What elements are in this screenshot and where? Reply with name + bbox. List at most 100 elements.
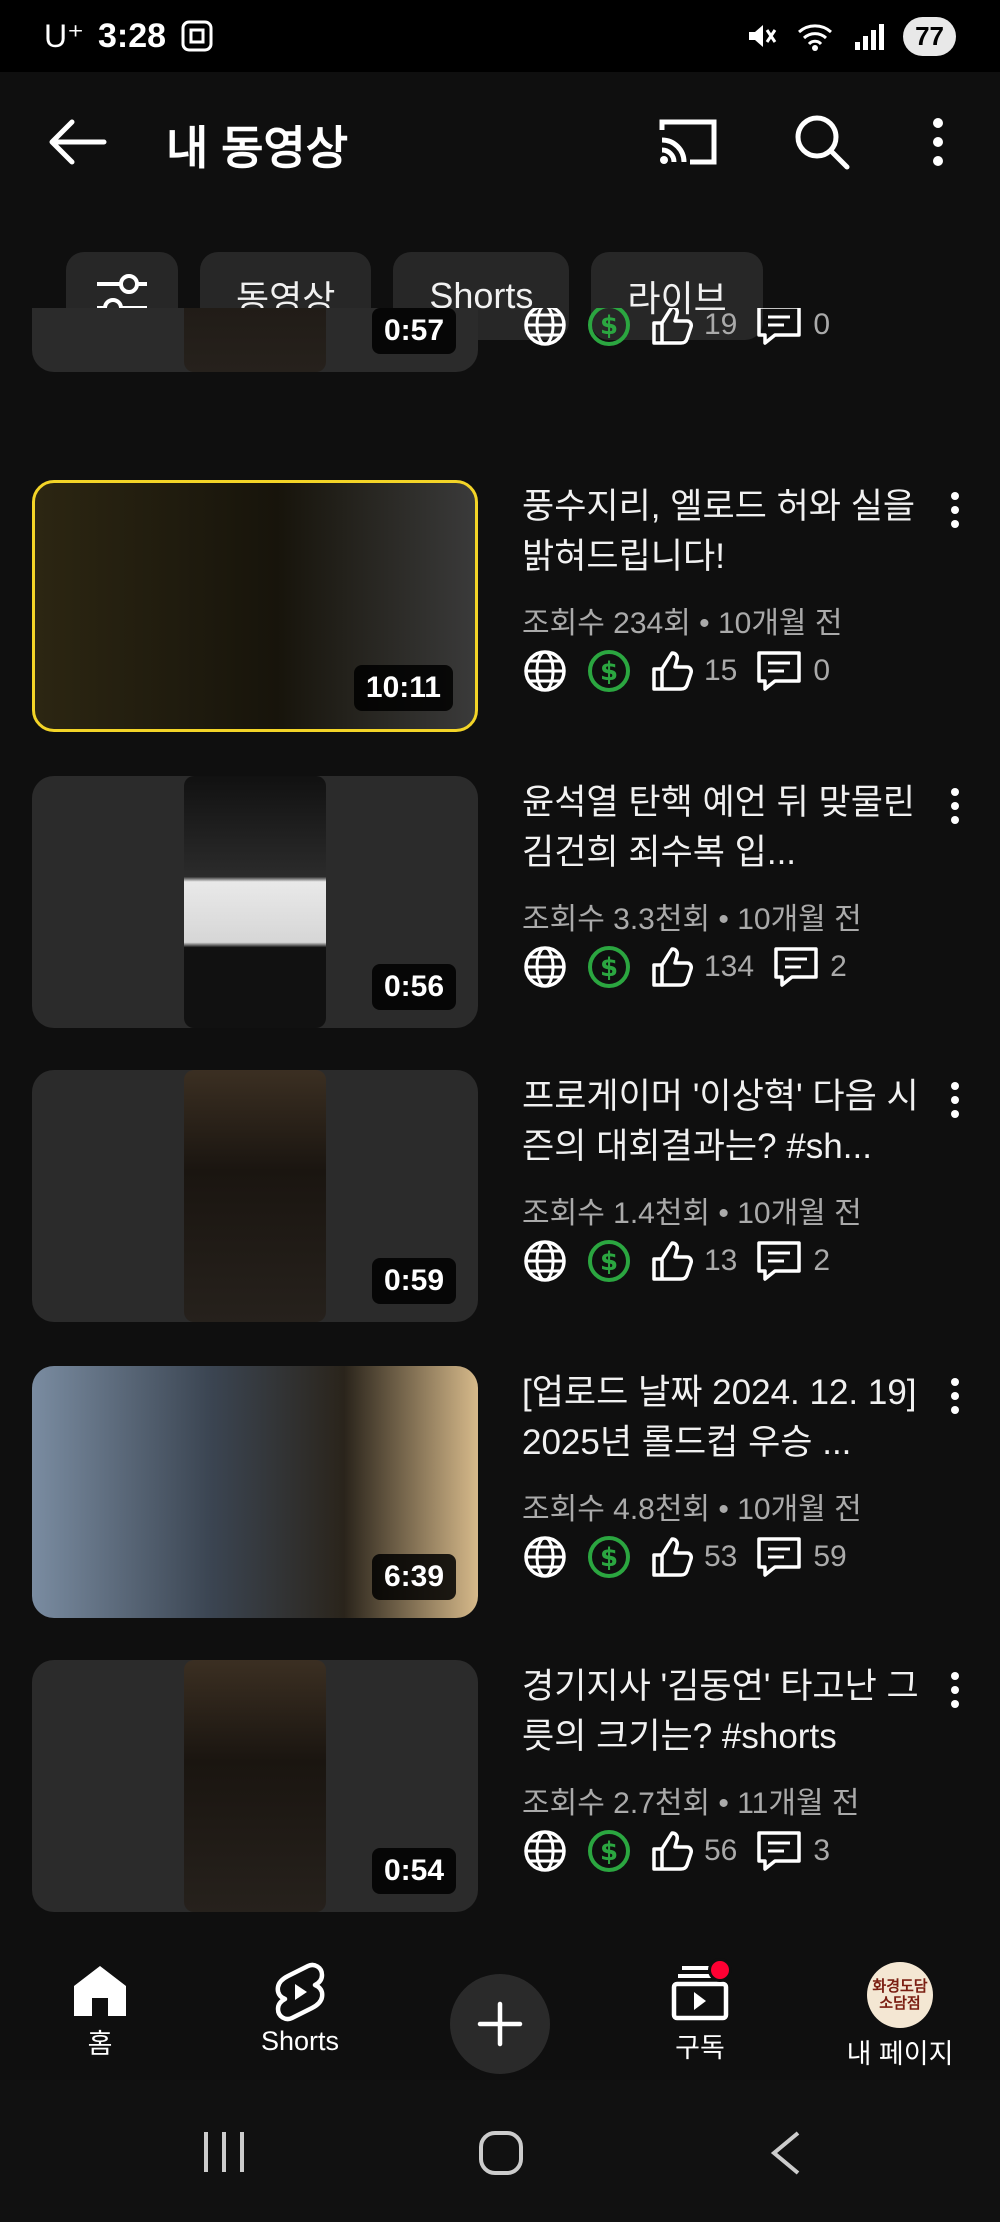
like-count: 15 — [650, 649, 737, 693]
monetization-icon: $ — [588, 1536, 630, 1578]
comment-icon — [757, 1831, 802, 1871]
nav-my-page[interactable]: 화경도담 소담점 내 페이지 — [820, 1962, 980, 2071]
comment-icon — [757, 1241, 802, 1281]
carrier-label: U⁺ — [44, 18, 84, 54]
avatar: 화경도담 소담점 — [867, 1962, 933, 2028]
like-count: 19 — [650, 308, 737, 347]
thumbnail-image — [184, 308, 326, 372]
thumb-up-icon — [652, 1241, 693, 1281]
globe-icon — [524, 650, 566, 692]
create-button[interactable] — [450, 1974, 550, 2074]
video-meta: 조회수 234회 • 10개월 전 — [522, 607, 843, 640]
video-meta: 조회수 2.7천회 • 11개월 전 — [522, 1787, 860, 1820]
comment-count: 2 — [755, 1239, 830, 1283]
like-count: 134 — [650, 945, 754, 989]
video-thumbnail[interactable]: 6:39 — [32, 1366, 478, 1618]
like-count: 53 — [650, 1535, 737, 1579]
list-item[interactable]: 10:11 풍수지리, 엘로드 허와 실을 밝혀드립니다! 조회수 234회 •… — [0, 480, 1000, 732]
search-button[interactable] — [790, 112, 854, 172]
svg-text:$: $ — [600, 657, 618, 687]
video-menu-button[interactable] — [940, 776, 970, 836]
video-thumbnail[interactable]: 10:11 — [32, 480, 478, 732]
page-title: 내 동영상 — [166, 122, 349, 174]
video-meta: 조회수 4.8천회 • 10개월 전 — [522, 1493, 862, 1526]
comment-icon — [774, 947, 818, 987]
video-stats: $ 19 0 — [522, 308, 830, 348]
home-button-icon[interactable] — [478, 2130, 524, 2176]
video-title[interactable]: 윤석열 탄핵 예언 뒤 맞물린 김건희 죄수복 입... — [522, 778, 922, 878]
video-meta: 조회수 3.3천회 • 10개월 전 — [522, 903, 862, 936]
thumb-up-icon — [652, 1537, 693, 1577]
comment-count: 0 — [755, 308, 830, 347]
monetization-icon: $ — [588, 308, 630, 346]
video-thumbnail[interactable]: 0:54 — [32, 1660, 478, 1912]
comment-icon — [757, 651, 802, 691]
video-duration: 0:56 — [371, 964, 456, 1010]
list-item[interactable]: 6:39 [업로드 날짜 2024. 12. 19] 2025년 롤드컵 우승 … — [0, 1366, 1000, 1618]
comment-count: 2 — [772, 945, 847, 989]
video-title[interactable]: 프로게이머 '이상혁' 다음 시즌의 대회결과는? #sh... — [522, 1072, 922, 1172]
video-stats: $ 13 2 — [522, 1238, 830, 1284]
video-stats: $ 134 2 — [522, 944, 847, 990]
bottom-navigation: 홈 Shorts 구독 화경도담 소담점 내 페이지 — [0, 1954, 1000, 2080]
app-header: 내 동영상 — [0, 72, 1000, 212]
system-navigation-bar — [0, 2080, 1000, 2222]
video-thumbnail[interactable]: 0:57 — [32, 308, 478, 372]
shorts-icon — [275, 1962, 325, 2022]
video-menu-button[interactable] — [940, 1070, 970, 1130]
video-title[interactable]: 경기지사 '김동연' 타고난 그릇의 크기는? #shorts — [522, 1662, 922, 1762]
more-vert-icon — [933, 118, 943, 166]
list-item[interactable]: 0:56 윤석열 탄핵 예언 뒤 맞물린 김건희 죄수복 입... 조회수 3.… — [0, 776, 1000, 1028]
nav-shorts[interactable]: Shorts — [220, 1962, 380, 2057]
status-bar: U⁺ 3:28 77 — [0, 0, 1000, 72]
list-item[interactable]: 0:57 $ 19 0 — [0, 308, 1000, 372]
video-title[interactable]: [업로드 날짜 2024. 12. 19] 2025년 롤드컵 우승 ... — [522, 1368, 922, 1468]
nav-subscriptions[interactable]: 구독 — [620, 1958, 780, 2065]
video-meta: 조회수 1.4천회 • 10개월 전 — [522, 1197, 862, 1230]
video-thumbnail[interactable]: 0:56 — [32, 776, 478, 1028]
comment-icon — [757, 308, 802, 345]
search-icon — [795, 115, 850, 170]
globe-icon — [524, 946, 566, 988]
back-button-icon[interactable] — [768, 2130, 802, 2176]
subscriptions-icon-wrap — [668, 1958, 732, 2022]
nav-home[interactable]: 홈 — [20, 1962, 180, 2061]
recent-apps-icon[interactable] — [200, 2130, 248, 2174]
like-count: 13 — [650, 1239, 737, 1283]
globe-icon — [524, 1830, 566, 1872]
globe-icon — [524, 308, 566, 346]
video-thumbnail[interactable]: 0:59 — [32, 1070, 478, 1322]
mute-icon — [749, 25, 777, 47]
battery-level: 77 — [903, 16, 956, 56]
thumb-up-icon — [652, 947, 693, 987]
cast-button[interactable] — [656, 112, 720, 172]
add-icon — [477, 2001, 523, 2047]
video-duration: 0:57 — [371, 308, 456, 354]
video-menu-button[interactable] — [940, 1366, 970, 1426]
monetization-icon: $ — [588, 946, 630, 988]
list-item[interactable]: 0:54 경기지사 '김동연' 타고난 그릇의 크기는? #shorts 조회수… — [0, 1660, 1000, 1912]
monetization-icon: $ — [588, 1240, 630, 1282]
video-menu-button[interactable] — [940, 1660, 970, 1720]
video-title[interactable]: 풍수지리, 엘로드 허와 실을 밝혀드립니다! — [522, 482, 922, 582]
svg-text:$: $ — [600, 1543, 618, 1573]
nav-subscriptions-label: 구독 — [675, 2033, 725, 2063]
svg-text:$: $ — [600, 1247, 618, 1277]
globe-icon — [524, 1536, 566, 1578]
nav-shorts-label: Shorts — [260, 2026, 340, 2056]
notification-dot — [708, 1958, 732, 1982]
thumbnail-image — [184, 776, 326, 1028]
thumb-up-icon — [652, 1831, 693, 1871]
list-item[interactable]: 0:59 프로게이머 '이상혁' 다음 시즌의 대회결과는? #sh... 조회… — [0, 1070, 1000, 1322]
home-icon — [74, 1966, 126, 2016]
video-menu-button[interactable] — [940, 480, 970, 540]
nav-home-label: 홈 — [87, 2029, 113, 2059]
more-options-button[interactable] — [906, 112, 970, 172]
clock: 3:28 — [98, 16, 167, 55]
monetization-icon: $ — [588, 1830, 630, 1872]
like-count: 56 — [650, 1829, 737, 1873]
thumbnail-image — [184, 1070, 326, 1322]
video-duration: 10:11 — [353, 665, 453, 711]
globe-icon — [524, 1240, 566, 1282]
back-arrow-icon[interactable] — [48, 118, 108, 166]
